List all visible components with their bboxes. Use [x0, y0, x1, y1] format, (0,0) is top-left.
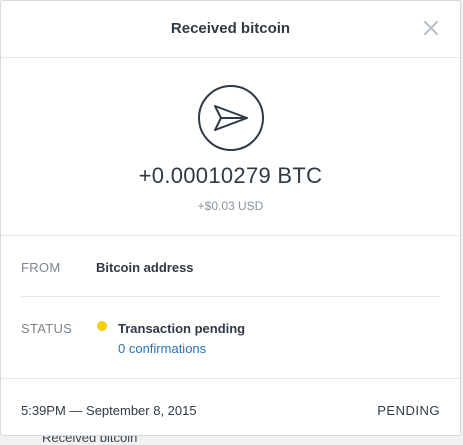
- fiat-amount: +$0.03 USD: [197, 199, 264, 213]
- modal-footer: 5:39PM — September 8, 2015 PENDING: [1, 378, 460, 437]
- close-icon: [422, 19, 440, 37]
- status-indicator-icon: [97, 321, 107, 331]
- modal-header: Received bitcoin: [1, 1, 460, 58]
- from-label: FROM: [21, 260, 61, 275]
- transaction-summary: +0.00010279 BTC +$0.03 USD: [1, 58, 460, 236]
- transaction-timestamp: 5:39PM — September 8, 2015: [21, 403, 197, 418]
- modal-title: Received bitcoin: [170, 20, 291, 37]
- from-value: Bitcoin address: [96, 260, 194, 275]
- close-button[interactable]: [422, 19, 440, 37]
- status-value: Transaction pending: [118, 321, 246, 336]
- status-label: STATUS: [21, 321, 73, 336]
- status-row: STATUS Transaction pending 0 confirmatio…: [21, 297, 440, 378]
- confirmations-link[interactable]: 0 confirmations: [118, 341, 206, 356]
- transaction-detail-modal: Received bitcoin +0.00010279 BTC +$0.03 …: [0, 0, 461, 436]
- status-badge: PENDING: [377, 403, 440, 418]
- paper-plane-icon: [197, 84, 265, 152]
- from-row: FROM Bitcoin address: [21, 236, 440, 297]
- btc-amount: +0.00010279 BTC: [138, 163, 323, 188]
